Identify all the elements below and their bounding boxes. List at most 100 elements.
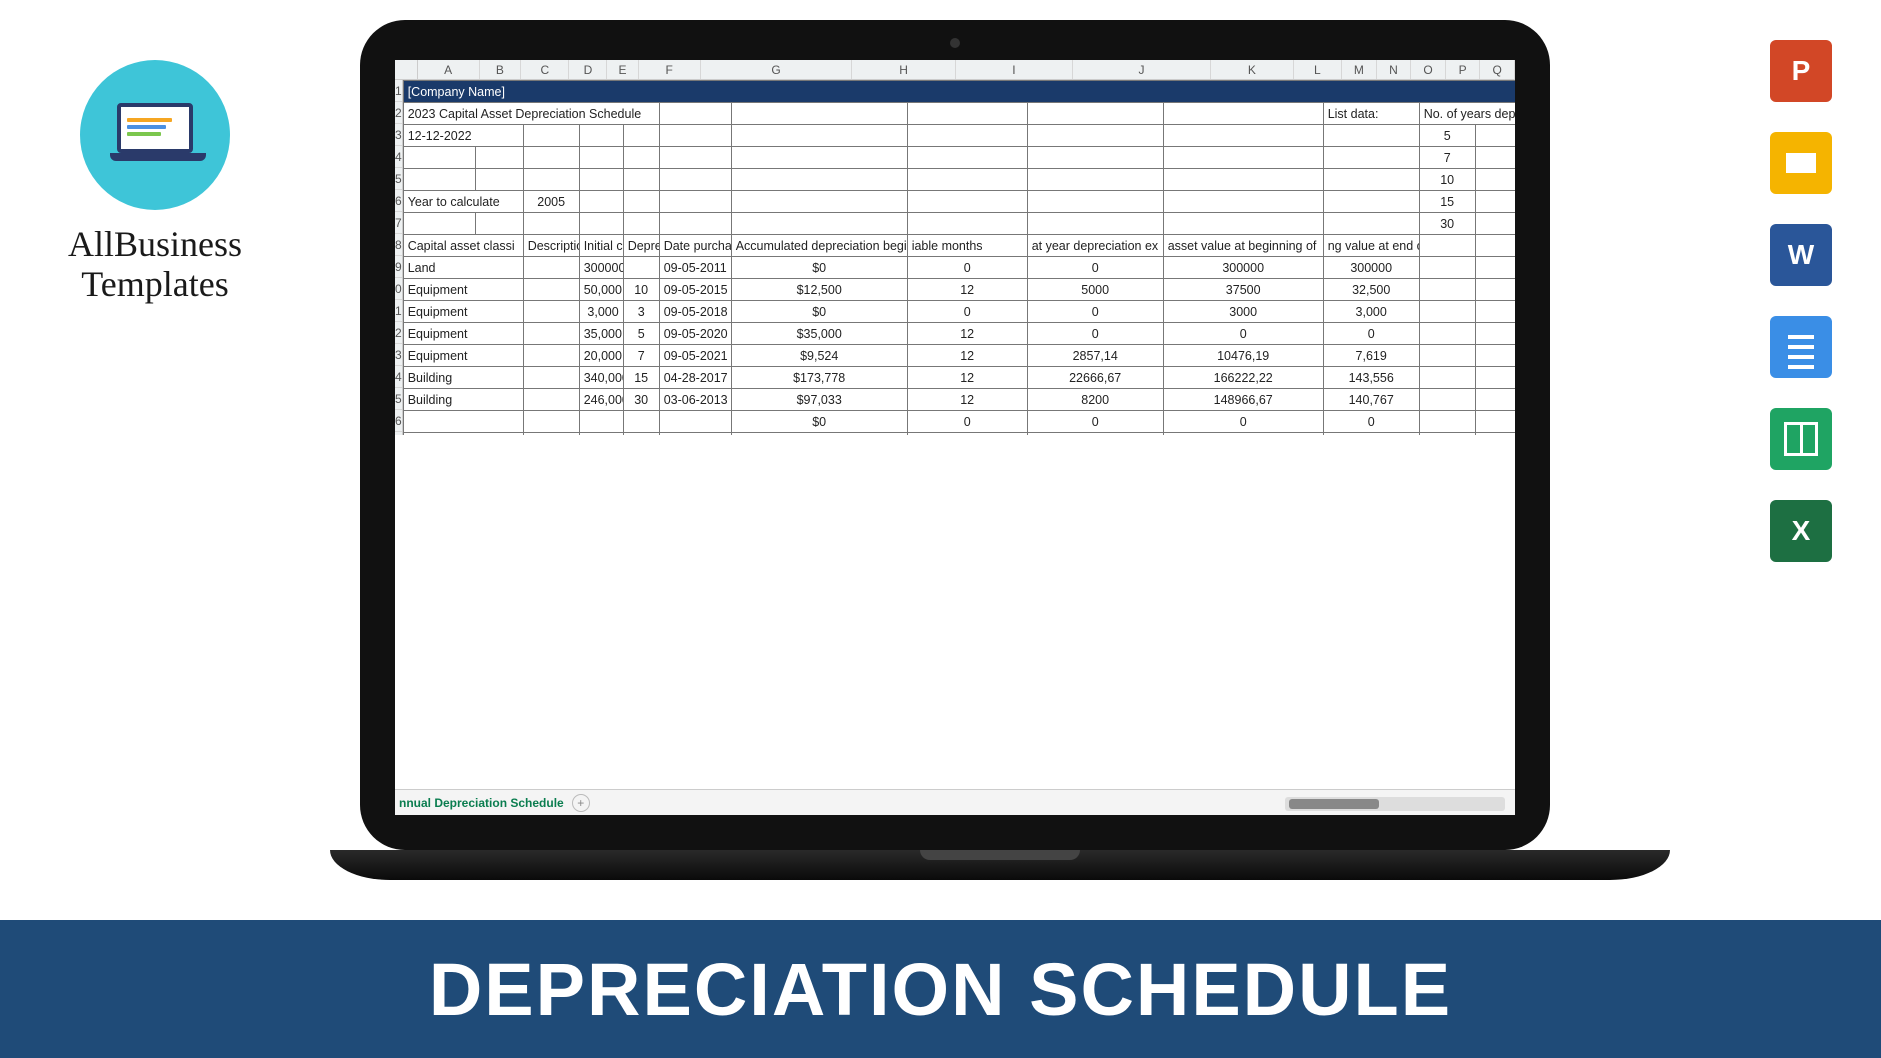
cell[interactable] bbox=[623, 125, 659, 147]
cell[interactable]: 0 bbox=[1027, 433, 1163, 435]
cell[interactable] bbox=[623, 257, 659, 279]
cell[interactable] bbox=[1475, 433, 1515, 435]
cell[interactable]: Depreciab bbox=[623, 235, 659, 257]
cell[interactable]: 5 bbox=[1419, 125, 1475, 147]
dropbox-icon[interactable]: ◆◆ bbox=[1770, 592, 1832, 654]
cell[interactable] bbox=[523, 345, 579, 367]
cell[interactable] bbox=[659, 125, 731, 147]
powerpoint-icon[interactable] bbox=[1770, 40, 1832, 102]
cell[interactable] bbox=[523, 301, 579, 323]
cell[interactable] bbox=[523, 367, 579, 389]
column-header[interactable]: G bbox=[701, 60, 853, 79]
cell[interactable]: 10 bbox=[623, 279, 659, 301]
horizontal-scrollbar[interactable] bbox=[1285, 797, 1505, 811]
cell[interactable] bbox=[579, 411, 623, 433]
cell[interactable]: 32,500 bbox=[1323, 279, 1419, 301]
row-header[interactable]: 5 bbox=[395, 168, 402, 190]
cell[interactable]: 04-28-2017 bbox=[659, 367, 731, 389]
cell[interactable]: 7,619 bbox=[1323, 345, 1419, 367]
cell[interactable]: $0 bbox=[731, 301, 907, 323]
cell[interactable] bbox=[1163, 213, 1323, 235]
cell[interactable]: 0 bbox=[907, 411, 1027, 433]
cell[interactable] bbox=[523, 125, 579, 147]
cell[interactable] bbox=[403, 147, 475, 169]
cell[interactable] bbox=[579, 191, 623, 213]
cell[interactable] bbox=[623, 433, 659, 435]
cell[interactable] bbox=[731, 169, 907, 191]
cell[interactable] bbox=[731, 125, 907, 147]
cell[interactable] bbox=[1419, 433, 1475, 435]
cell[interactable] bbox=[1323, 147, 1419, 169]
cell[interactable] bbox=[1419, 279, 1475, 301]
cell[interactable]: Year to calculate bbox=[403, 191, 523, 213]
cell[interactable] bbox=[1419, 257, 1475, 279]
cell[interactable]: Land bbox=[403, 257, 523, 279]
row-header[interactable]: 1 bbox=[395, 80, 402, 102]
cell[interactable] bbox=[1475, 279, 1515, 301]
cell[interactable]: 09-05-2011 bbox=[659, 257, 731, 279]
cell[interactable]: 143,556 bbox=[1323, 367, 1419, 389]
cell[interactable]: 12-12-2022 bbox=[403, 125, 523, 147]
cell[interactable] bbox=[579, 213, 623, 235]
column-header[interactable]: D bbox=[569, 60, 607, 79]
cell[interactable]: Building bbox=[403, 389, 523, 411]
cell[interactable]: 09-05-2020 bbox=[659, 323, 731, 345]
cell[interactable]: 12 bbox=[907, 279, 1027, 301]
row-header[interactable]: 9 bbox=[395, 256, 402, 278]
cell[interactable] bbox=[1163, 147, 1323, 169]
cell[interactable]: 20,000 bbox=[579, 345, 623, 367]
cell[interactable]: 12 bbox=[907, 367, 1027, 389]
column-header[interactable]: K bbox=[1211, 60, 1294, 79]
cell[interactable]: 3 bbox=[623, 301, 659, 323]
cell[interactable]: $97,033 bbox=[731, 389, 907, 411]
cell[interactable] bbox=[475, 169, 523, 191]
cell[interactable]: 0 bbox=[1027, 323, 1163, 345]
column-header[interactable]: O bbox=[1411, 60, 1446, 79]
cell[interactable]: 0 bbox=[1027, 411, 1163, 433]
word-icon[interactable] bbox=[1770, 224, 1832, 286]
row-header[interactable]: 0 bbox=[395, 278, 402, 300]
cell[interactable]: [Company Name] bbox=[403, 81, 1515, 103]
row-header[interactable]: 7 bbox=[395, 212, 402, 234]
cell[interactable]: 3000 bbox=[1163, 301, 1323, 323]
cell[interactable]: 35,000 bbox=[579, 323, 623, 345]
cell[interactable]: 0 bbox=[1163, 433, 1323, 435]
cell[interactable] bbox=[1475, 169, 1515, 191]
row-header[interactable]: 3 bbox=[395, 344, 402, 366]
cell[interactable] bbox=[1163, 191, 1323, 213]
cell[interactable]: Accumulated depreciation beginning of ye… bbox=[731, 235, 907, 257]
row-header[interactable]: 2 bbox=[395, 322, 402, 344]
cell[interactable] bbox=[1419, 301, 1475, 323]
cell[interactable] bbox=[731, 103, 907, 125]
cell[interactable] bbox=[579, 125, 623, 147]
cell[interactable]: 0 bbox=[1323, 411, 1419, 433]
cell[interactable] bbox=[1475, 191, 1515, 213]
cell[interactable]: 50,000 bbox=[579, 279, 623, 301]
cell[interactable]: 246,000 bbox=[579, 389, 623, 411]
cell[interactable] bbox=[907, 147, 1027, 169]
cell[interactable] bbox=[523, 147, 579, 169]
cell[interactable]: 15 bbox=[1419, 191, 1475, 213]
column-header[interactable]: H bbox=[852, 60, 955, 79]
cell[interactable]: asset value at beginning of bbox=[1163, 235, 1323, 257]
cell[interactable] bbox=[475, 147, 523, 169]
add-sheet-button[interactable]: + bbox=[572, 794, 590, 812]
cell[interactable]: 12 bbox=[907, 323, 1027, 345]
row-header[interactable]: 6 bbox=[395, 190, 402, 212]
cell[interactable] bbox=[523, 213, 579, 235]
cell[interactable]: 0 bbox=[1163, 411, 1323, 433]
cell[interactable] bbox=[1323, 169, 1419, 191]
cell[interactable]: 3,000 bbox=[1323, 301, 1419, 323]
cell[interactable] bbox=[1027, 191, 1163, 213]
row-header[interactable]: 4 bbox=[395, 146, 402, 168]
cell[interactable] bbox=[1475, 345, 1515, 367]
spreadsheet-grid[interactable]: [Company Name]2023 Capital Asset Depreci… bbox=[403, 80, 1515, 435]
cell[interactable] bbox=[1027, 169, 1163, 191]
cell[interactable] bbox=[907, 191, 1027, 213]
cell[interactable]: 30 bbox=[623, 389, 659, 411]
cell[interactable] bbox=[523, 169, 579, 191]
cell[interactable]: 12 bbox=[907, 345, 1027, 367]
cell[interactable] bbox=[1475, 367, 1515, 389]
cell[interactable] bbox=[659, 191, 731, 213]
cell[interactable] bbox=[523, 433, 579, 435]
